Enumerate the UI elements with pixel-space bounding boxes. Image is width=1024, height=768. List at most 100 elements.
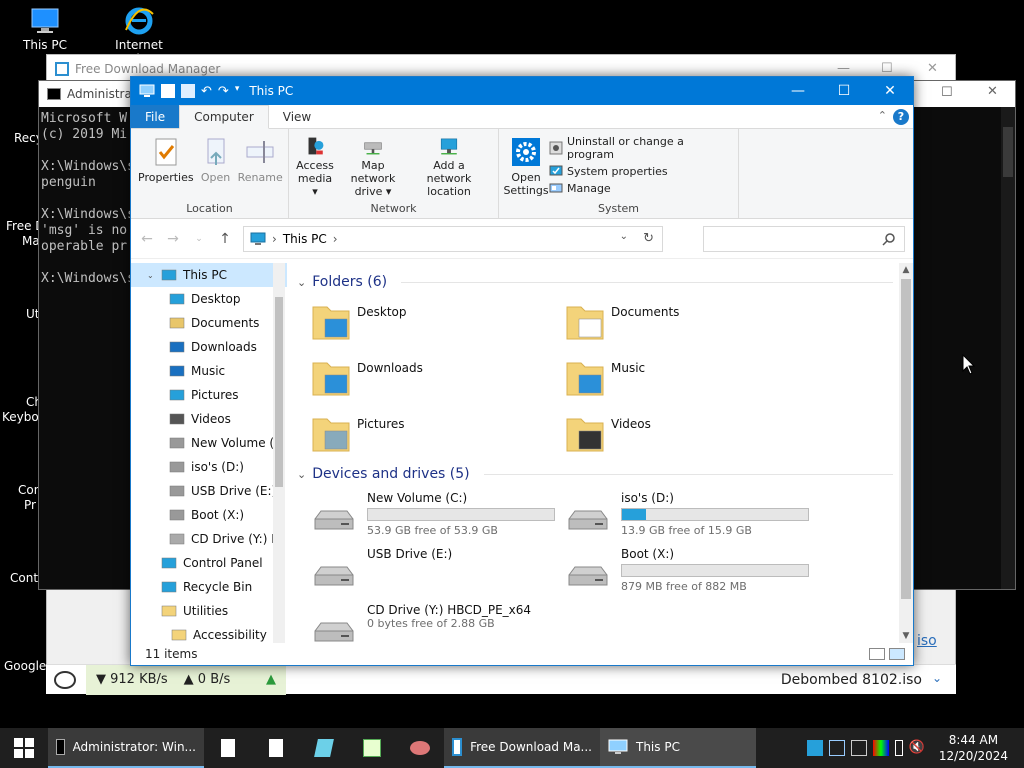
content-scrollbar[interactable]: ▲ ▼ xyxy=(899,263,913,643)
sidebar-item-11[interactable]: CD Drive (Y:) H xyxy=(131,527,287,551)
tray-app-icon[interactable] xyxy=(850,740,867,756)
up-button[interactable]: ↑ xyxy=(217,231,233,247)
close-button[interactable]: ✕ xyxy=(867,77,913,105)
minimize-button[interactable]: — xyxy=(775,77,821,105)
sidebar-item-4[interactable]: Music xyxy=(131,359,287,383)
fdm-minimize-button[interactable]: — xyxy=(837,61,850,76)
folder-item[interactable]: Videos xyxy=(565,411,819,457)
collapse-ribbon-icon[interactable]: ⌃ xyxy=(878,109,887,122)
search-input[interactable] xyxy=(703,225,905,252)
fdm-speed-panel[interactable]: ▼ 912 KB/s ▲ 0 B/s ▲ xyxy=(86,664,286,695)
taskbar-pinned-file-2[interactable] xyxy=(252,728,300,768)
large-icons-view-button[interactable] xyxy=(889,648,905,660)
access-media-button[interactable]: Access media ▾ xyxy=(293,133,337,200)
drive-item[interactable]: iso's (D:) 13.9 GB free of 15.9 GB xyxy=(565,491,819,547)
tab-computer[interactable]: Computer xyxy=(179,105,269,129)
redo-icon[interactable]: ↷ xyxy=(218,84,229,99)
manage-button[interactable]: Manage xyxy=(549,181,734,195)
sidebar-item-3[interactable]: Downloads xyxy=(131,335,287,359)
help-icon[interactable]: ? xyxy=(893,109,909,125)
drive-item[interactable]: New Volume (C:) 53.9 GB free of 53.9 GB xyxy=(311,491,565,547)
folder-item[interactable]: Music xyxy=(565,355,819,401)
cmd-maximize-button[interactable]: ☐ xyxy=(941,85,953,100)
cmd-close-button[interactable]: ✕ xyxy=(987,84,998,99)
sidebar-item-0[interactable]: ⌄ This PC xyxy=(131,263,287,287)
taskbar-item-cmd[interactable]: Administrator: Win... xyxy=(48,728,204,768)
folders-section-header[interactable]: ⌄ Folders (6) xyxy=(297,271,913,293)
address-dropdown-icon[interactable]: ⌄ xyxy=(620,231,628,242)
forward-button[interactable]: → xyxy=(165,231,181,247)
volume-muted-icon[interactable]: 🔇 xyxy=(909,740,925,756)
uninstall-program-button[interactable]: Uninstall or change a program xyxy=(549,135,734,161)
breadcrumb-separator[interactable]: › xyxy=(333,232,338,246)
sidebar-item-14[interactable]: Utilities xyxy=(131,599,287,623)
folder-item[interactable]: Desktop xyxy=(311,299,565,345)
open-settings-button[interactable]: Open Settings xyxy=(503,133,549,200)
add-network-location-button[interactable]: Add a network location xyxy=(409,133,489,200)
cmd-scrollbar[interactable] xyxy=(1001,107,1015,589)
fdm-close-button[interactable]: ✕ xyxy=(927,61,938,76)
taskbar-pinned-app-5[interactable] xyxy=(396,728,444,768)
breadcrumb-separator[interactable]: › xyxy=(272,232,277,246)
snail-icon[interactable] xyxy=(54,671,76,689)
sidebar-item-5[interactable]: Pictures xyxy=(131,383,287,407)
chevron-down-icon[interactable]: ⌄ xyxy=(932,671,942,685)
new-folder-quick-icon[interactable] xyxy=(181,84,195,98)
desktop-icon-this-pc[interactable]: This PC xyxy=(0,6,90,52)
taskbar-item-fdm[interactable]: Free Download Ma... xyxy=(444,728,600,768)
fdm-maximize-button[interactable]: ☐ xyxy=(881,61,893,76)
folder-item[interactable]: Downloads xyxy=(311,355,565,401)
taskbar-pinned-app-4[interactable] xyxy=(348,728,396,768)
breadcrumb-this-pc[interactable]: This PC xyxy=(283,232,327,246)
explorer-window[interactable]: ↶ ↷ ▾ This PC — ☐ ✕ File Computer View ⌃… xyxy=(130,76,914,666)
network-status-icon[interactable] xyxy=(806,740,823,756)
properties-quick-icon[interactable] xyxy=(161,84,175,98)
sidebar-item-12[interactable]: Control Panel xyxy=(131,551,287,575)
sidebar-item-7[interactable]: New Volume (C xyxy=(131,431,287,455)
chevron-up-icon[interactable]: ▲ xyxy=(266,672,276,687)
nav-scrollbar[interactable] xyxy=(273,263,285,643)
rename-button[interactable]: Rename xyxy=(235,133,286,200)
tab-file[interactable]: File xyxy=(131,105,180,128)
folder-item[interactable]: Pictures xyxy=(311,411,565,457)
undo-icon[interactable]: ↶ xyxy=(201,84,212,99)
drive-item[interactable]: USB Drive (E:) xyxy=(311,547,565,603)
sidebar-item-13[interactable]: Recycle Bin xyxy=(131,575,287,599)
sidebar-item-8[interactable]: iso's (D:) xyxy=(131,455,287,479)
sidebar-item-1[interactable]: Desktop xyxy=(131,287,287,311)
open-button[interactable]: Open xyxy=(197,133,235,200)
folder-item[interactable]: Documents xyxy=(565,299,819,345)
network-sharing-icon[interactable] xyxy=(828,740,845,756)
back-button[interactable]: ← xyxy=(139,231,155,247)
refresh-icon[interactable]: ↻ xyxy=(643,231,654,246)
drives-section-header[interactable]: ⌄ Devices and drives (5) xyxy=(297,463,913,485)
customize-quick-access-icon[interactable]: ▾ xyxy=(235,84,240,98)
explorer-titlebar[interactable]: ↶ ↷ ▾ This PC — ☐ ✕ xyxy=(131,77,913,105)
color-app-icon[interactable] xyxy=(872,740,889,756)
system-properties-button[interactable]: System properties xyxy=(549,164,734,178)
map-network-drive-button[interactable]: Map network drive ▾ xyxy=(337,133,409,200)
taskbar-pinned-app-3[interactable] xyxy=(300,728,348,768)
taskbar-pinned-file-1[interactable] xyxy=(204,728,252,768)
recent-locations-button[interactable]: ⌄ xyxy=(191,234,207,244)
sidebar-item-9[interactable]: USB Drive (E:) xyxy=(131,479,287,503)
properties-button[interactable]: Properties xyxy=(135,133,197,200)
sidebar-item-2[interactable]: Documents xyxy=(131,311,287,335)
ribbon-group-network: Access media ▾ Map network drive ▾ Add a… xyxy=(289,129,499,218)
taskbar-item-this-pc[interactable]: This PC xyxy=(600,728,756,768)
content-pane[interactable]: ⌄ Folders (6) Desktop Documents Downloads M… xyxy=(287,263,913,643)
tab-view[interactable]: View xyxy=(269,105,325,128)
drive-item[interactable]: Boot (X:) 879 MB free of 882 MB xyxy=(565,547,819,603)
sidebar-item-15[interactable]: Accessibility xyxy=(131,623,287,643)
drive-item[interactable]: CD Drive (Y:) HBCD_PE_x64 0 bytes free of… xyxy=(311,603,565,643)
maximize-button[interactable]: ☐ xyxy=(821,77,867,105)
sidebar-item-10[interactable]: Boot (X:) xyxy=(131,503,287,527)
start-button[interactable] xyxy=(0,728,48,768)
clock[interactable]: 8:44 AM 12/20/2024 xyxy=(931,732,1016,764)
address-bar[interactable]: › This PC › ⌄ ↻ xyxy=(243,225,663,252)
navigation-pane[interactable]: ⌄ This PC Desktop Documents Downloads Music Pi… xyxy=(131,263,287,643)
details-view-button[interactable] xyxy=(869,648,885,660)
sidebar-item-6[interactable]: Videos xyxy=(131,407,287,431)
fdm-link-fragment[interactable]: iso xyxy=(917,633,937,649)
usb-icon[interactable] xyxy=(894,740,903,756)
